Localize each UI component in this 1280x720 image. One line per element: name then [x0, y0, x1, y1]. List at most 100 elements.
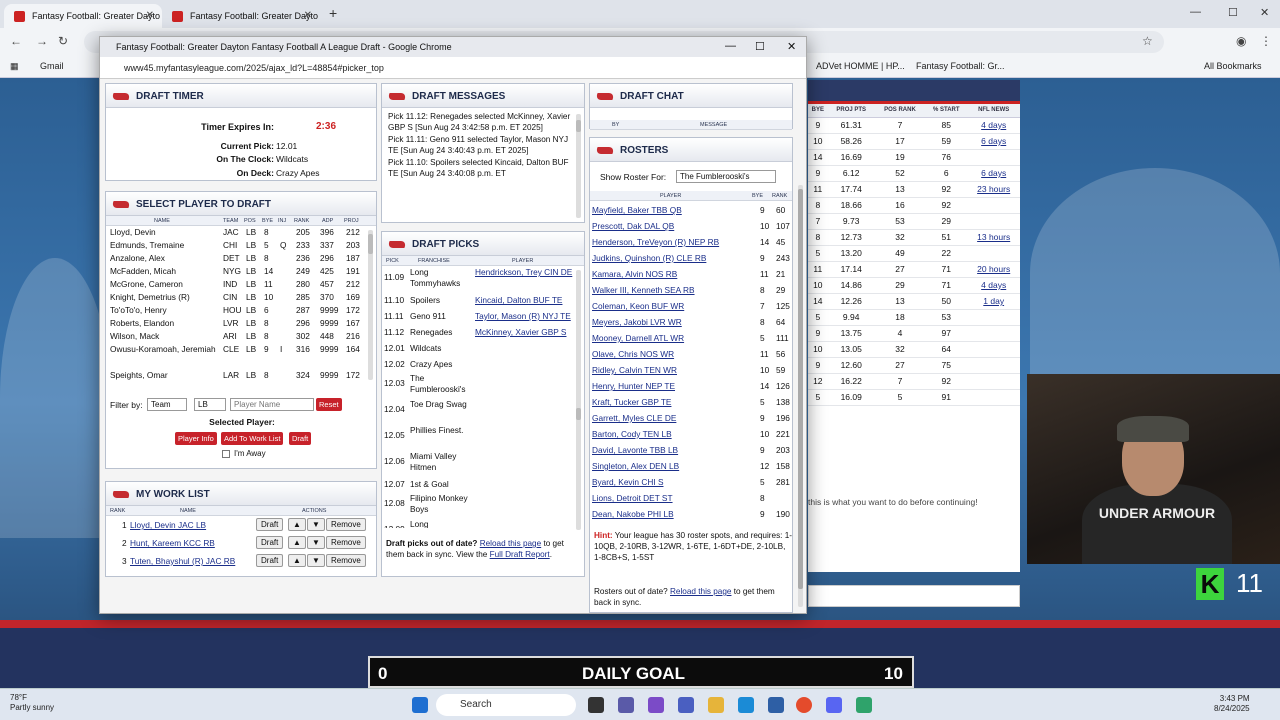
player-info-button[interactable]: Player Info [175, 432, 217, 445]
remove-button[interactable]: Remove [326, 536, 366, 549]
move-up-icon[interactable]: ▲ [288, 554, 306, 567]
move-down-icon[interactable]: ▼ [307, 554, 325, 567]
all-bookmarks[interactable]: All Bookmarks [1204, 61, 1262, 71]
roster-player-link[interactable]: Henry, Hunter NEP TE [592, 381, 675, 391]
rosters-reload-link[interactable]: Reload this page [670, 587, 731, 596]
bookmark-star-icon[interactable]: ☆ [1142, 34, 1153, 48]
close-tab-icon[interactable]: ✕ [146, 10, 154, 21]
roster-player-link[interactable]: Olave, Chris NOS WR [592, 349, 674, 359]
away-checkbox[interactable] [222, 450, 230, 458]
background-cell[interactable]: 6 days [967, 165, 1020, 182]
player-row[interactable]: Owusu-Koramoah, Jeremiah CLE LB 9 I 316 9999 16… [106, 343, 376, 369]
player-row[interactable]: To'oTo'o, Henry HOU LB 6 287 9999 172 [106, 304, 376, 317]
reload-icon[interactable]: ↻ [58, 34, 68, 48]
weather-widget[interactable]: 78°F Partly sunny [10, 693, 54, 713]
player-row[interactable]: Edmunds, Tremaine CHI LB 5 Q 233 337 203 [106, 239, 376, 252]
roster-player-link[interactable]: Judkins, Quinshon (R) CLE RB [592, 253, 706, 263]
player-row[interactable]: Roberts, Elandon LVR LB 8 296 9999 167 [106, 317, 376, 330]
work-player-link[interactable]: Hunt, Kareem KCC RB [130, 538, 215, 548]
picks-scroll-thumb[interactable] [576, 408, 581, 420]
work-player-link[interactable]: Tuten, Bhayshul (R) JAC RB [130, 556, 235, 566]
reload-page-link[interactable]: Reload this page [480, 539, 541, 548]
move-down-icon[interactable]: ▼ [307, 518, 325, 531]
full-draft-report-link[interactable]: Full Draft Report [490, 550, 550, 559]
popup-maximize-icon[interactable]: ☐ [755, 40, 765, 53]
browser-tab-1[interactable]: Fantasy Football: Greater Dayto ✕ [4, 4, 162, 28]
menu-icon[interactable]: ⋮ [1260, 34, 1272, 48]
discord-icon[interactable] [826, 697, 842, 713]
roster-player-link[interactable]: Walker III, Kenneth SEA RB [592, 285, 695, 295]
forward-icon[interactable]: → [36, 34, 48, 48]
task-view-icon[interactable] [588, 697, 604, 713]
roster-player-link[interactable]: Mooney, Darnell ATL WR [592, 333, 684, 343]
player-row[interactable]: McGrone, Cameron IND LB 11 280 457 212 [106, 278, 376, 291]
messages-scroll-thumb[interactable] [576, 120, 581, 132]
background-cell[interactable]: 13 hours [967, 229, 1020, 246]
bookmark-gmail[interactable]: Gmail [40, 61, 64, 71]
taskbar-search[interactable]: Search [436, 694, 576, 716]
position-filter-select[interactable]: LB [194, 398, 226, 411]
chrome-icon[interactable] [796, 697, 812, 713]
roster-player-link[interactable]: Coleman, Keon BUF WR [592, 301, 684, 311]
pick-player-link[interactable]: Hendrickson, Trey CIN DE [475, 267, 572, 277]
move-down-icon[interactable]: ▼ [307, 536, 325, 549]
background-cell[interactable]: 20 hours [967, 261, 1020, 278]
roster-player-link[interactable]: Dean, Nakobe PHI LB [592, 509, 674, 519]
profile-icon[interactable]: ◉ [1236, 34, 1246, 48]
popup-minimize-icon[interactable]: — [725, 40, 736, 52]
select-player-scroll-thumb[interactable] [368, 234, 373, 254]
roster-player-link[interactable]: Byard, Kevin CHI S [592, 477, 663, 487]
maximize-icon[interactable]: ☐ [1228, 6, 1238, 19]
background-cell[interactable]: 1 day [967, 293, 1020, 310]
roster-player-link[interactable]: Garrett, Myles CLE DE [592, 413, 676, 423]
roster-player-link[interactable]: Prescott, Dak DAL QB [592, 221, 674, 231]
work-player-link[interactable]: Lloyd, Devin JAC LB [130, 520, 206, 530]
roster-player-link[interactable]: Ridley, Calvin TEN WR [592, 365, 677, 375]
browser-tab-2[interactable]: Fantasy Football: Greater Dayto ✕ [162, 4, 320, 28]
add-to-work-list-button[interactable]: Add To Work List [221, 432, 284, 445]
app-icon[interactable] [856, 697, 872, 713]
player-row[interactable]: Speights, Omar LAR LB 8 324 9999 172 [106, 369, 376, 382]
player-row[interactable]: McFadden, Micah NYG LB 14 249 425 191 [106, 265, 376, 278]
draft-button[interactable]: Draft [289, 432, 312, 445]
roster-player-link[interactable]: Henderson, TreVeyon (R) NEP RB [592, 237, 719, 247]
roster-player-link[interactable]: Lions, Detroit DET ST [592, 493, 673, 503]
teams-icon[interactable] [678, 697, 694, 713]
bookmark-fantasy[interactable]: Fantasy Football: Gr... [916, 61, 1005, 71]
player-name-input[interactable] [230, 398, 314, 411]
pick-player-link[interactable]: Kincaid, Dalton BUF TE [475, 295, 562, 305]
roster-player-link[interactable]: David, Lavonte TBB LB [592, 445, 678, 455]
bookmark-advet[interactable]: ADVet HOMME | HP... [816, 61, 905, 71]
picks-scrollbar[interactable] [576, 270, 581, 530]
roster-player-link[interactable]: Mayfield, Baker TBB QB [592, 205, 682, 215]
background-cell[interactable]: 23 hours [967, 181, 1020, 198]
background-cell[interactable]: 4 days [967, 277, 1020, 294]
background-cell[interactable]: 4 days [967, 117, 1020, 134]
copilot-icon[interactable] [648, 697, 664, 713]
work-draft-button[interactable]: Draft [256, 536, 284, 549]
popup-close-icon[interactable]: ✕ [787, 40, 796, 53]
roster-team-select[interactable]: The Fumblerooski's [676, 170, 776, 183]
store-icon[interactable] [768, 697, 784, 713]
back-icon[interactable]: ← [10, 34, 22, 48]
team-filter-select[interactable]: Team [147, 398, 187, 411]
background-cell[interactable]: 6 days [967, 133, 1020, 150]
edge-icon[interactable] [738, 697, 754, 713]
player-row[interactable]: Lloyd, Devin JAC LB 8 205 396 212 [106, 226, 376, 239]
move-up-icon[interactable]: ▲ [288, 518, 306, 531]
taskbar-clock[interactable]: 3:43 PM 8/24/2025 [1214, 694, 1250, 714]
file-explorer-icon[interactable] [708, 697, 724, 713]
pick-player-link[interactable]: McKinney, Xavier GBP S [475, 327, 566, 337]
roster-player-link[interactable]: Barton, Cody TEN LB [592, 429, 672, 439]
pick-player-link[interactable]: Taylor, Mason (R) NYJ TE [475, 311, 571, 321]
work-draft-button[interactable]: Draft [256, 554, 284, 567]
remove-button[interactable]: Remove [326, 518, 366, 531]
close-tab-icon[interactable]: ✕ [304, 10, 312, 21]
close-window-icon[interactable]: ✕ [1260, 6, 1269, 19]
player-row[interactable]: Knight, Demetrius (R) CIN LB 10 285 370 169 [106, 291, 376, 304]
player-row[interactable]: Anzalone, Alex DET LB 8 236 296 187 [106, 252, 376, 265]
player-row[interactable]: Wilson, Mack ARI LB 8 302 448 216 [106, 330, 376, 343]
apps-icon[interactable]: ▦ [10, 61, 19, 72]
app-icon[interactable] [618, 697, 634, 713]
move-up-icon[interactable]: ▲ [288, 536, 306, 549]
